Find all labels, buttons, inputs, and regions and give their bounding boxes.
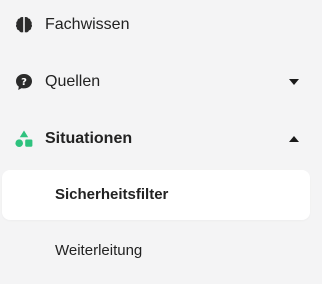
sidebar-item-fachwissen[interactable]: Fachwissen <box>0 8 322 42</box>
sidebar-item-label: Situationen <box>45 130 133 147</box>
shapes-icon <box>14 129 34 149</box>
sidebar-subitem-label: Sicherheitsfilter <box>55 186 169 203</box>
sidebar-subitem-weiterleitung[interactable]: Weiterleitung <box>2 226 310 276</box>
sidebar-item-quellen[interactable]: ? Quellen <box>0 65 322 99</box>
question-bubble-icon: ? <box>14 72 34 92</box>
sidebar-subitem-sicherheitsfilter[interactable]: Sicherheitsfilter <box>2 170 310 220</box>
sidebar-item-label: Quellen <box>45 73 101 90</box>
sidebar-subitem-label: Weiterleitung <box>55 242 143 259</box>
sidebar-item-situationen[interactable]: Situationen <box>0 122 322 156</box>
svg-text:?: ? <box>21 77 27 88</box>
caret-up-icon[interactable] <box>288 134 300 144</box>
sidebar-item-label: Fachwissen <box>45 16 130 33</box>
sidebar-nav: Fachwissen ? Quellen Situationen Sicherh… <box>0 0 322 284</box>
brain-icon <box>14 15 34 35</box>
caret-down-icon[interactable] <box>288 77 300 87</box>
